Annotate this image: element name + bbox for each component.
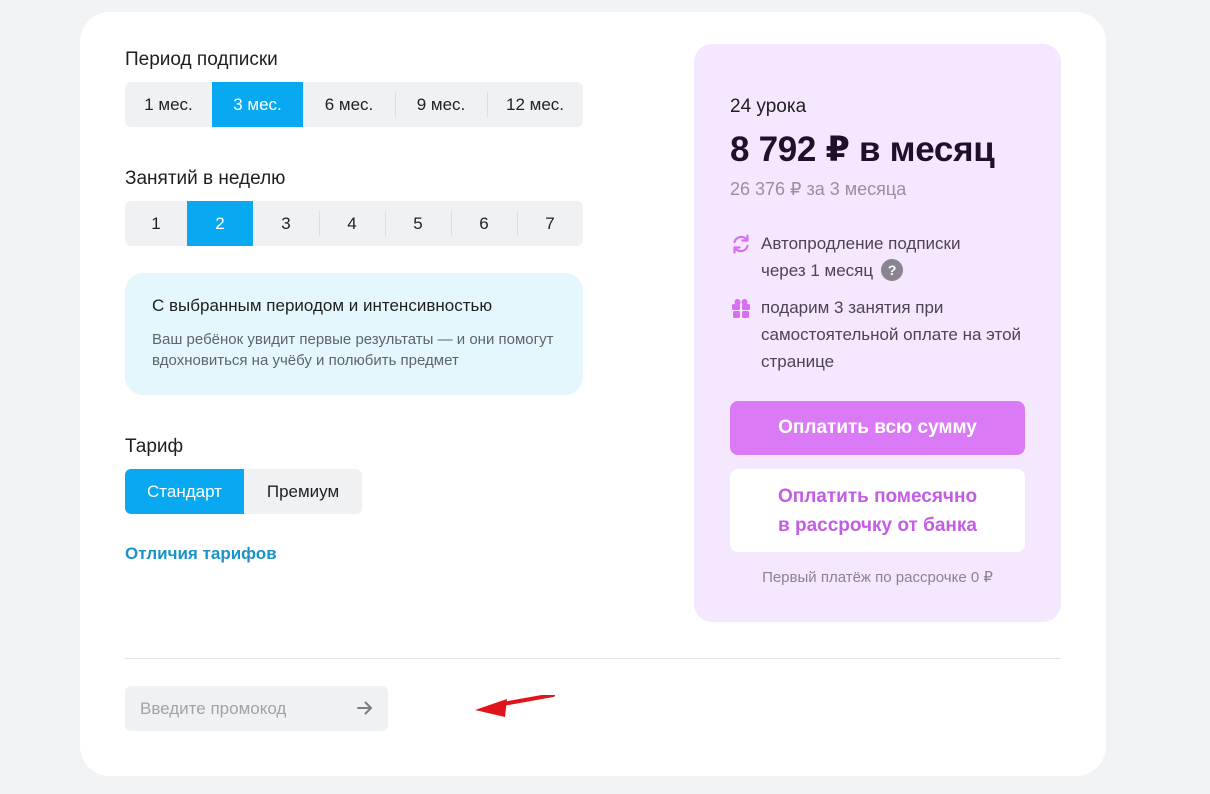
- tariff-compare-link[interactable]: Отличия тарифов: [125, 544, 277, 564]
- autorenew-text-line2: через 1 месяц: [761, 261, 874, 280]
- tariff-selector: Стандарт Премиум: [125, 469, 362, 514]
- total-price: 26 376 ₽ за 3 месяца: [730, 179, 907, 199]
- payment-summary-panel: 24 урока 8 792 ₽ в месяц 26 376 ₽ за 3 м…: [694, 44, 1061, 622]
- frequency-option-5[interactable]: 5: [385, 201, 451, 246]
- frequency-option-6[interactable]: 6: [451, 201, 517, 246]
- frequency-label: Занятий в неделю: [125, 168, 286, 189]
- period-option-3[interactable]: 3 мес.: [212, 82, 303, 127]
- info-text: Ваш ребёнок увидит первые результаты — и…: [152, 331, 554, 369]
- frequency-selector: 1 2 3 4 5 6 7: [125, 201, 583, 246]
- period-option-6[interactable]: 6 мес.: [303, 82, 395, 127]
- pay-full-button[interactable]: Оплатить всю сумму: [730, 401, 1025, 455]
- promo-field: [125, 686, 388, 731]
- divider: [125, 658, 1061, 659]
- frequency-option-1[interactable]: 1: [125, 201, 187, 246]
- lessons-count: 24 урока: [730, 96, 807, 117]
- pay-monthly-button[interactable]: Оплатить помесячно в рассрочку от банка: [730, 469, 1025, 552]
- period-selector: 1 мес. 3 мес. 6 мес. 9 мес. 12 мес.: [125, 82, 583, 127]
- first-payment-note: Первый платёж по рассрочке 0 ₽: [762, 569, 993, 586]
- frequency-option-4[interactable]: 4: [319, 201, 385, 246]
- arrow-right-icon[interactable]: [354, 697, 376, 719]
- subscription-card: Период подписки 1 мес. 3 мес. 6 мес. 9 м…: [80, 12, 1106, 776]
- tariff-option-standard[interactable]: Стандарт: [125, 469, 244, 514]
- frequency-option-7[interactable]: 7: [517, 201, 583, 246]
- autorenew-icon: [730, 233, 752, 255]
- tariff-label: Тариф: [125, 436, 184, 457]
- promo-input[interactable]: [125, 686, 355, 731]
- intensity-info-box: С выбранным периодом и интенсивностью Ва…: [125, 273, 583, 395]
- annotation-arrow-icon: [475, 695, 555, 717]
- info-title: С выбранным периодом и интенсивностью: [152, 296, 493, 315]
- period-option-1[interactable]: 1 мес.: [125, 82, 212, 127]
- monthly-price: 8 792 ₽ в месяц: [730, 130, 995, 169]
- frequency-option-2[interactable]: 2: [187, 201, 253, 246]
- help-icon[interactable]: ?: [881, 259, 904, 281]
- period-option-9[interactable]: 9 мес.: [395, 82, 487, 127]
- tariff-option-premium[interactable]: Премиум: [244, 469, 362, 514]
- autorenew-text-line1: Автопродление подписки: [761, 234, 961, 253]
- period-label: Период подписки: [125, 49, 278, 70]
- period-option-12[interactable]: 12 мес.: [487, 82, 583, 127]
- pay-monthly-line2: в рассрочку от банка: [778, 514, 977, 536]
- gift-text: подарим 3 занятия при самостоятельной оп…: [761, 298, 1022, 371]
- gift-icon: [730, 297, 752, 319]
- frequency-option-3[interactable]: 3: [253, 201, 319, 246]
- pay-monthly-line1: Оплатить помесячно: [777, 485, 978, 507]
